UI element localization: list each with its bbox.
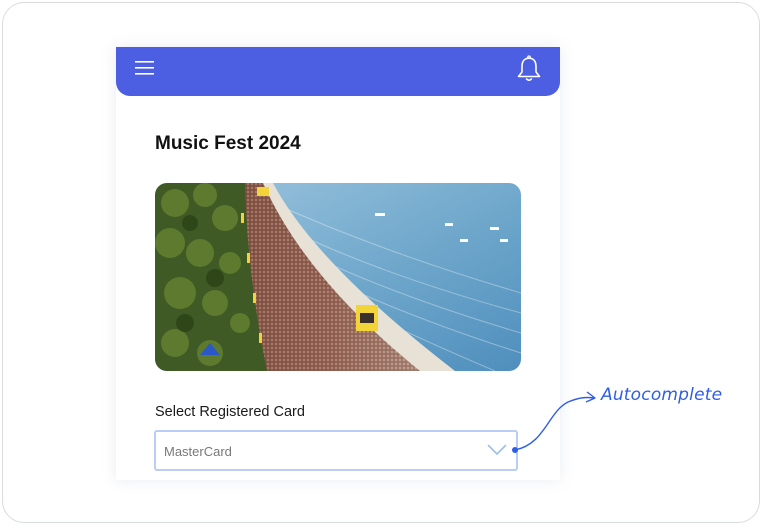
chevron-down-icon[interactable]: [487, 444, 507, 456]
registered-card-select[interactable]: MasterCard: [154, 430, 518, 471]
phone-screen: Music Fest 2024 Select Registered Card M…: [116, 47, 560, 480]
selected-card-value: MasterCard: [164, 444, 232, 459]
bell-icon[interactable]: [516, 55, 542, 83]
festival-photo: [155, 183, 521, 371]
hamburger-menu-icon[interactable]: [135, 60, 154, 76]
app-bar: [116, 47, 560, 96]
card-field-label: Select Registered Card: [155, 404, 305, 420]
annotation-label: Autocomplete: [601, 385, 723, 405]
page-title: Music Fest 2024: [155, 133, 301, 154]
